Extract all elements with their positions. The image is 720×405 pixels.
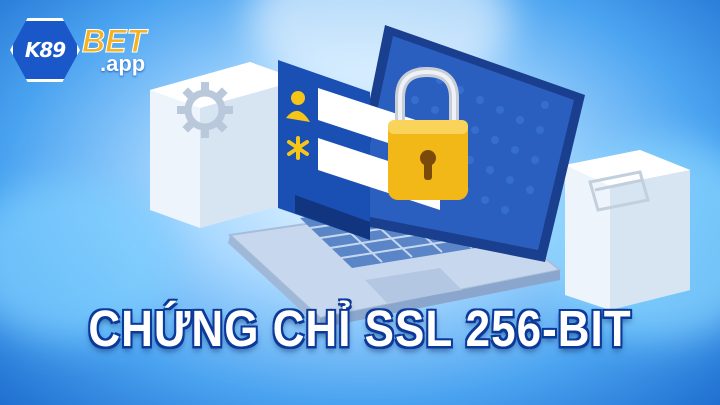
server-box-right — [565, 150, 690, 310]
logo-suffix: .app — [100, 51, 146, 76]
server-box-left — [150, 62, 300, 228]
headline: CHỨNG CHỈ SSL 256-BIT — [88, 301, 632, 358]
logo-badge: K89 — [10, 18, 80, 82]
logo-badge-text: K89 — [24, 38, 66, 62]
brand-logo[interactable]: K89 BET .app — [10, 18, 147, 82]
ssl-banner: K89 BET .app CHỨNG CHỈ SSL 256-BIT — [0, 0, 720, 405]
